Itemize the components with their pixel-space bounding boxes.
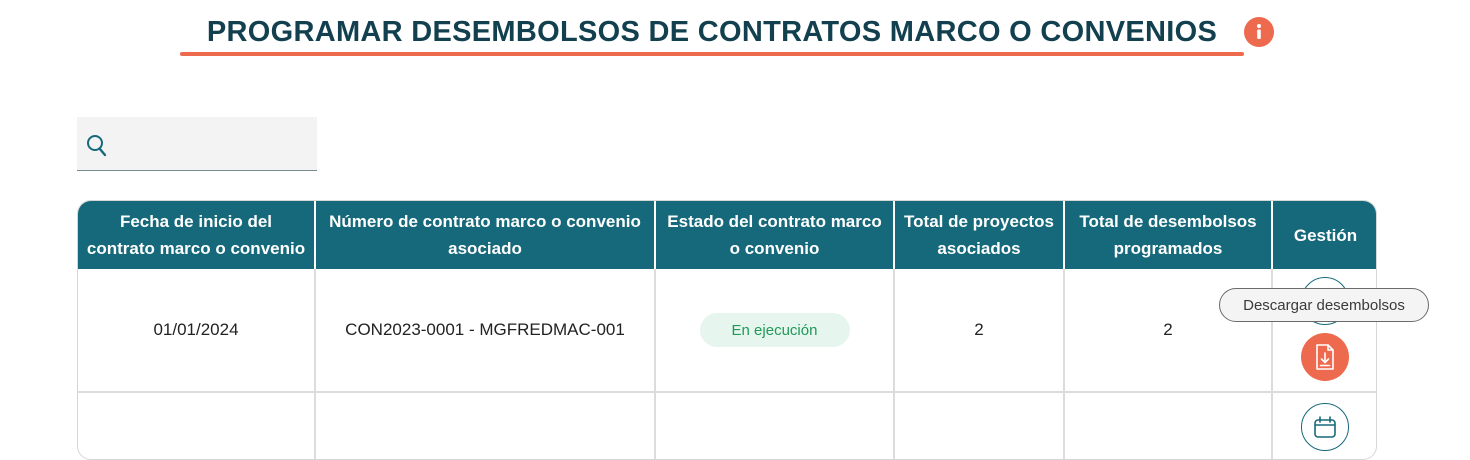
contracts-table: Fecha de inicio del contrato marco o con… [77,200,1377,460]
column-header-gestion: Gestión [1293,225,1358,245]
cell-total-desembolsos [1065,393,1273,459]
table-header: Fecha de inicio del contrato marco o con… [78,201,1376,269]
title-underline [180,52,1244,56]
cell-estado: En ejecución [656,269,895,391]
download-icon [1316,344,1334,370]
column-header-total-proyectos[interactable]: Total de proyectos asociados [895,201,1065,269]
cell-total-proyectos: 2 [895,269,1065,391]
download-disbursements-button[interactable] [1301,333,1349,381]
search-box[interactable] [77,117,317,171]
table-row [78,391,1376,459]
status-badge: En ejecución [699,313,850,347]
search-icon [86,134,108,163]
column-header-fecha[interactable]: Fecha de inicio del contrato marco o con… [78,201,316,269]
cell-numero [316,393,656,459]
info-icon[interactable] [1244,17,1274,47]
cell-fecha: 01/01/2024 [78,269,316,391]
calendar-icon [1314,416,1336,438]
page-title: PROGRAMAR DESEMBOLSOS DE CONTRATOS MARCO… [206,16,1218,48]
schedule-disbursement-button[interactable] [1301,403,1349,451]
column-header-total-desembolsos[interactable]: Total de desembolsos programados [1065,201,1273,269]
cell-fecha [78,393,316,459]
page-header: PROGRAMAR DESEMBOLSOS DE CONTRATOS MARCO… [180,14,1244,50]
column-header-estado[interactable]: Estado del contrato marco o convenio [656,201,895,269]
cell-numero: CON2023-0001 - MGFREDMAC-001 [316,269,656,391]
cell-total-proyectos [895,393,1065,459]
tooltip: Descargar desembolsos [1219,288,1429,322]
column-header-numero[interactable]: Número de contrato marco o convenio asoc… [316,201,656,269]
cell-gestion [1273,393,1376,459]
cell-estado [656,393,895,459]
search-input[interactable] [117,127,311,163]
table-row: 01/01/2024 CON2023-0001 - MGFREDMAC-001 … [78,269,1376,391]
